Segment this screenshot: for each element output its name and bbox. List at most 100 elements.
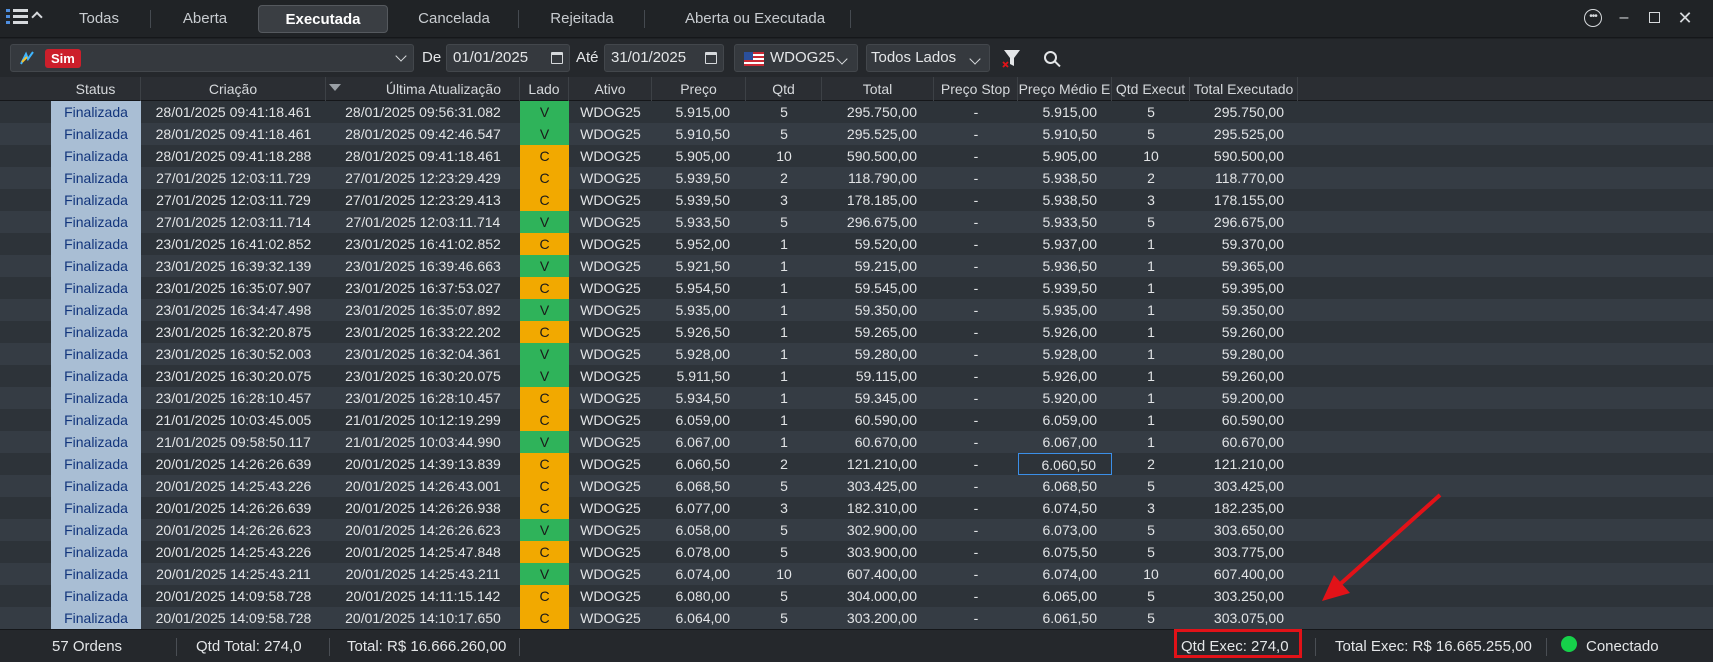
annotation-arrow bbox=[1322, 493, 1442, 601]
calendar-icon[interactable] bbox=[705, 52, 717, 64]
tab-cancelada[interactable]: Cancelada bbox=[404, 5, 504, 33]
table-row[interactable]: Finalizada 20/01/2025 14:25:43.226 20/01/2… bbox=[0, 541, 1713, 563]
table-row[interactable]: Finalizada 23/01/2025 16:35:07.907 23/01/2… bbox=[0, 277, 1713, 299]
cell-preco: 6.058,00 bbox=[675, 522, 731, 538]
cell-criacao: 27/01/2025 12:03:11.714 bbox=[156, 214, 311, 230]
col-criacao[interactable]: Criação bbox=[141, 77, 326, 101]
cell-qtd: 2 bbox=[780, 170, 788, 186]
cell-status: Finalizada bbox=[51, 189, 141, 211]
close-icon[interactable]: ✕ bbox=[1675, 8, 1695, 28]
cell-total-executado: 121.210,00 bbox=[1213, 456, 1284, 472]
minimize-icon[interactable]: – bbox=[1614, 8, 1634, 28]
cell-total-executado: 296.675,00 bbox=[1213, 214, 1284, 230]
cell-preco-medio: 5.920,00 bbox=[1042, 390, 1098, 406]
cell-preco-stop: - bbox=[973, 544, 979, 560]
date-to-field[interactable]: 31/01/2025 bbox=[604, 44, 724, 72]
col-lado[interactable]: Lado bbox=[520, 77, 569, 101]
table-row[interactable]: Finalizada 27/01/2025 12:03:11.714 27/01/2… bbox=[0, 211, 1713, 233]
col-total[interactable]: Total bbox=[822, 77, 934, 101]
cell-ativo: WDOG25 bbox=[580, 324, 641, 340]
col-total-executado[interactable]: Total Executado bbox=[1190, 77, 1298, 101]
account-select[interactable]: Sim bbox=[10, 44, 414, 72]
menu-icon[interactable] bbox=[6, 8, 28, 28]
col-ultima-atualizacao[interactable]: Última Atualização bbox=[326, 77, 520, 101]
cell-preco-medio: 6.061,50 bbox=[1042, 610, 1098, 626]
cell-criacao: 23/01/2025 16:39:32.139 bbox=[155, 258, 312, 274]
tab-aberta[interactable]: Aberta bbox=[168, 5, 242, 33]
cell-preco-medio: 6.067,00 bbox=[1042, 434, 1098, 450]
cell-lado: V bbox=[520, 519, 569, 541]
qtd-total: Qtd Total: 274,0 bbox=[196, 638, 302, 655]
table-row[interactable]: Finalizada 20/01/2025 14:25:43.226 20/01/2… bbox=[0, 475, 1713, 497]
col-status[interactable]: Status bbox=[51, 77, 141, 101]
col-qtd[interactable]: Qtd bbox=[746, 77, 822, 101]
table-row[interactable]: Finalizada 27/01/2025 12:03:11.729 27/01/2… bbox=[0, 167, 1713, 189]
table-row[interactable]: Finalizada 23/01/2025 16:28:10.457 23/01/2… bbox=[0, 387, 1713, 409]
table-row[interactable]: Finalizada 21/01/2025 09:58:50.117 21/01/2… bbox=[0, 431, 1713, 453]
cell-preco-medio: 6.060,50 bbox=[1018, 453, 1112, 475]
table-row[interactable]: Finalizada 20/01/2025 14:09:58.728 20/01/2… bbox=[0, 607, 1713, 629]
table-row[interactable]: Finalizada 27/01/2025 12:03:11.729 27/01/2… bbox=[0, 189, 1713, 211]
table-row[interactable]: Finalizada 20/01/2025 14:09:58.728 20/01/2… bbox=[0, 585, 1713, 607]
cell-lado: C bbox=[520, 585, 569, 607]
tab-rejeitada[interactable]: Rejeitada bbox=[532, 5, 632, 33]
cell-preco-medio: 5.926,00 bbox=[1042, 368, 1098, 384]
cell-qtd: 3 bbox=[780, 192, 788, 208]
table-row[interactable]: Finalizada 20/01/2025 14:26:26.639 20/01/2… bbox=[0, 497, 1713, 519]
cell-preco: 5.911,50 bbox=[676, 368, 730, 384]
table-row[interactable]: Finalizada 23/01/2025 16:30:20.075 23/01/2… bbox=[0, 365, 1713, 387]
cell-ultima-atualizacao: 23/01/2025 16:41:02.852 bbox=[345, 236, 501, 252]
table-row[interactable]: Finalizada 23/01/2025 16:39:32.139 23/01/2… bbox=[0, 255, 1713, 277]
cell-ativo: WDOG25 bbox=[580, 478, 641, 494]
cell-qtd: 5 bbox=[780, 522, 788, 538]
table-row[interactable]: Finalizada 20/01/2025 14:26:26.623 20/01/2… bbox=[0, 519, 1713, 541]
cell-criacao: 20/01/2025 14:09:58.728 bbox=[155, 588, 312, 604]
date-from-field[interactable]: 01/01/2025 bbox=[446, 44, 570, 72]
asset-value: WDOG25 bbox=[770, 49, 836, 66]
maximize-icon[interactable] bbox=[1644, 8, 1664, 28]
cell-lado: V bbox=[520, 211, 569, 233]
cell-criacao: 23/01/2025 16:32:20.875 bbox=[155, 324, 312, 340]
col-preco-medio[interactable]: Preço Médio E bbox=[1018, 77, 1112, 101]
cell-preco-medio: 5.939,50 bbox=[1042, 280, 1098, 296]
cell-preco-stop: - bbox=[973, 126, 979, 142]
cell-preco-stop: - bbox=[973, 302, 979, 318]
filter-icon[interactable] bbox=[1002, 48, 1022, 68]
col-ativo[interactable]: Ativo bbox=[569, 77, 652, 101]
cell-lado: C bbox=[520, 497, 569, 519]
col-preco[interactable]: Preço bbox=[652, 77, 746, 101]
col-preco-stop[interactable]: Preço Stop bbox=[934, 77, 1018, 101]
col-qtd-executada[interactable]: Qtd Execut bbox=[1112, 77, 1190, 101]
cell-ativo: WDOG25 bbox=[580, 346, 641, 362]
caret-up-icon[interactable] bbox=[31, 11, 43, 23]
tab-aberta-ou-executada[interactable]: Aberta ou Executada bbox=[660, 5, 850, 33]
cell-ultima-atualizacao: 21/01/2025 10:12:19.299 bbox=[345, 412, 501, 428]
table-row[interactable]: Finalizada 21/01/2025 10:03:45.005 21/01/2… bbox=[0, 409, 1713, 431]
search-icon[interactable] bbox=[1044, 51, 1057, 64]
table-row[interactable]: Finalizada 23/01/2025 16:32:20.875 23/01/2… bbox=[0, 321, 1713, 343]
table-row[interactable]: Finalizada 28/01/2025 09:41:18.461 28/01/2… bbox=[0, 101, 1713, 123]
cell-preco-medio: 6.059,00 bbox=[1042, 412, 1098, 428]
table-row[interactable]: Finalizada 23/01/2025 16:41:02.852 23/01/2… bbox=[0, 233, 1713, 255]
table-row[interactable]: Finalizada 23/01/2025 16:34:47.498 23/01/2… bbox=[0, 299, 1713, 321]
us-flag-icon bbox=[744, 52, 764, 66]
table-row[interactable]: Finalizada 20/01/2025 14:25:43.211 20/01/2… bbox=[0, 563, 1713, 585]
cell-qtd: 10 bbox=[776, 566, 792, 582]
cell-ultima-atualizacao: 20/01/2025 14:25:43.211 bbox=[345, 566, 501, 582]
tab-executada[interactable]: Executada bbox=[258, 5, 388, 33]
cell-preco-medio: 6.065,00 bbox=[1042, 588, 1098, 604]
table-row[interactable]: Finalizada 23/01/2025 16:30:52.003 23/01/2… bbox=[0, 343, 1713, 365]
cell-qtd-executada: 1 bbox=[1147, 346, 1155, 362]
cell-total: 60.670,00 bbox=[854, 434, 917, 450]
cell-criacao: 20/01/2025 14:25:43.226 bbox=[155, 544, 312, 560]
cell-qtd: 1 bbox=[780, 324, 788, 340]
cell-ultima-atualizacao: 20/01/2025 14:10:17.650 bbox=[345, 610, 501, 626]
options-icon[interactable]: ••• bbox=[1584, 9, 1602, 27]
cell-lado: C bbox=[520, 277, 569, 299]
tab-todas[interactable]: Todas bbox=[62, 5, 136, 33]
table-row[interactable]: Finalizada 28/01/2025 09:41:18.288 28/01/2… bbox=[0, 145, 1713, 167]
table-row[interactable]: Finalizada 20/01/2025 14:26:26.639 20/01/2… bbox=[0, 453, 1713, 475]
orders-count: 57 Ordens bbox=[52, 638, 123, 655]
calendar-icon[interactable] bbox=[551, 52, 563, 64]
table-row[interactable]: Finalizada 28/01/2025 09:41:18.461 28/01/2… bbox=[0, 123, 1713, 145]
